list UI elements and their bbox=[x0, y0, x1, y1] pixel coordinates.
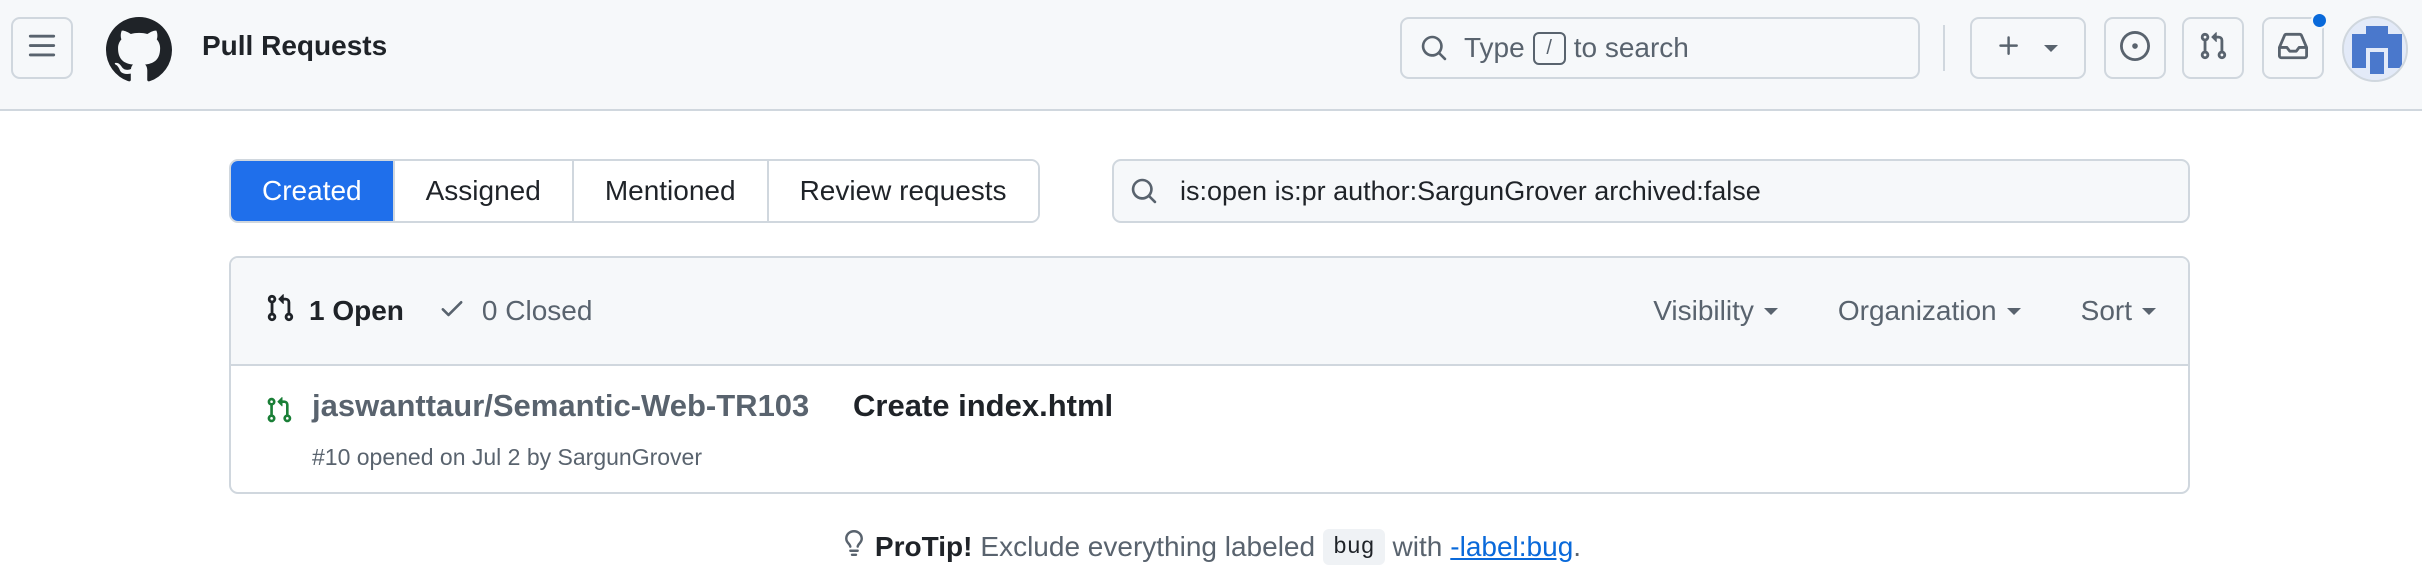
protip: ProTip! Exclude everything labeled bug w… bbox=[0, 528, 2422, 565]
sort-dropdown[interactable]: Sort bbox=[2081, 295, 2156, 327]
pr-list-header: 1 Open 0 Closed Visibility Organization … bbox=[231, 258, 2188, 366]
pr-repo-link[interactable]: jaswanttaur/Semantic-Web-TR103 bbox=[312, 388, 809, 424]
issue-opened-icon bbox=[2120, 30, 2150, 66]
git-pull-request-icon bbox=[2198, 31, 2228, 66]
github-logo[interactable] bbox=[105, 17, 172, 83]
menu-button[interactable] bbox=[11, 17, 73, 79]
visibility-label: Visibility bbox=[1653, 295, 1754, 326]
pr-filter-tabs: Created Assigned Mentioned Review reques… bbox=[229, 159, 1040, 223]
chevron-down-icon bbox=[2142, 307, 2156, 315]
issues-button[interactable] bbox=[2104, 17, 2166, 79]
pr-list: 1 Open 0 Closed Visibility Organization … bbox=[229, 256, 2190, 494]
pr-meta: #10 opened on Jul 2 by SargunGrover bbox=[312, 444, 702, 470]
chevron-down-icon bbox=[2044, 44, 2058, 52]
search-icon bbox=[1130, 177, 1158, 205]
header-divider bbox=[1943, 25, 1945, 71]
pr-title-link[interactable]: Create index.html bbox=[853, 388, 1113, 424]
app-header: Pull Requests Type / to search bbox=[0, 0, 2422, 111]
tab-mentioned[interactable]: Mentioned bbox=[571, 161, 767, 221]
closed-filter-link[interactable]: 0 Closed bbox=[438, 294, 593, 329]
open-count-label: 1 Open bbox=[309, 295, 404, 326]
protip-text-before: Exclude everything labeled bbox=[980, 530, 1316, 562]
user-avatar[interactable] bbox=[2342, 16, 2408, 82]
light-bulb-icon bbox=[841, 528, 867, 565]
pr-search-input[interactable]: is:open is:pr author:SargunGrover archiv… bbox=[1112, 159, 2190, 223]
protip-text-after: . bbox=[1573, 530, 1582, 562]
notification-indicator bbox=[2311, 12, 2328, 29]
global-search-input[interactable]: Type / to search bbox=[1400, 17, 1920, 79]
tab-assigned[interactable]: Assigned bbox=[392, 161, 572, 221]
page-title: Pull Requests bbox=[202, 30, 388, 61]
chevron-down-icon bbox=[2006, 307, 2021, 315]
visibility-dropdown[interactable]: Visibility bbox=[1653, 295, 1778, 327]
search-icon bbox=[1420, 34, 1448, 62]
list-filter-menus: Visibility Organization Sort bbox=[1653, 258, 2156, 364]
list-item: jaswanttaur/Semantic-Web-TR103 Create in… bbox=[231, 366, 2188, 492]
check-icon bbox=[438, 294, 466, 329]
organization-dropdown[interactable]: Organization bbox=[1838, 295, 2021, 327]
search-prefix: Type bbox=[1464, 32, 1525, 63]
protip-code: bug bbox=[1323, 528, 1385, 565]
inbox-icon bbox=[2278, 31, 2308, 66]
create-new-button[interactable] bbox=[1970, 17, 2086, 79]
protip-link[interactable]: -label:bug bbox=[1450, 531, 1573, 562]
git-pull-request-open-icon bbox=[265, 396, 293, 429]
tab-created[interactable]: Created bbox=[231, 161, 393, 221]
protip-link-group: -label:bug. bbox=[1450, 531, 1581, 563]
open-filter-link[interactable]: 1 Open bbox=[265, 293, 404, 330]
git-pull-request-icon bbox=[265, 293, 295, 330]
pull-requests-button[interactable] bbox=[2182, 17, 2244, 79]
sort-label: Sort bbox=[2080, 295, 2132, 326]
closed-count-label: 0 Closed bbox=[481, 295, 593, 326]
search-shortcut-key: / bbox=[1532, 31, 1566, 65]
organization-label: Organization bbox=[1837, 295, 1997, 326]
protip-label: ProTip! bbox=[874, 530, 973, 562]
tab-review-requests[interactable]: Review requests bbox=[766, 161, 1038, 221]
hamburger-icon bbox=[27, 31, 57, 66]
protip-text-mid: with bbox=[1392, 530, 1443, 562]
chevron-down-icon bbox=[1763, 307, 1778, 315]
search-suffix: to search bbox=[1573, 32, 1689, 63]
plus-icon bbox=[1996, 33, 2022, 64]
pr-search-query: is:open is:pr author:SargunGrover archiv… bbox=[1180, 175, 1761, 206]
